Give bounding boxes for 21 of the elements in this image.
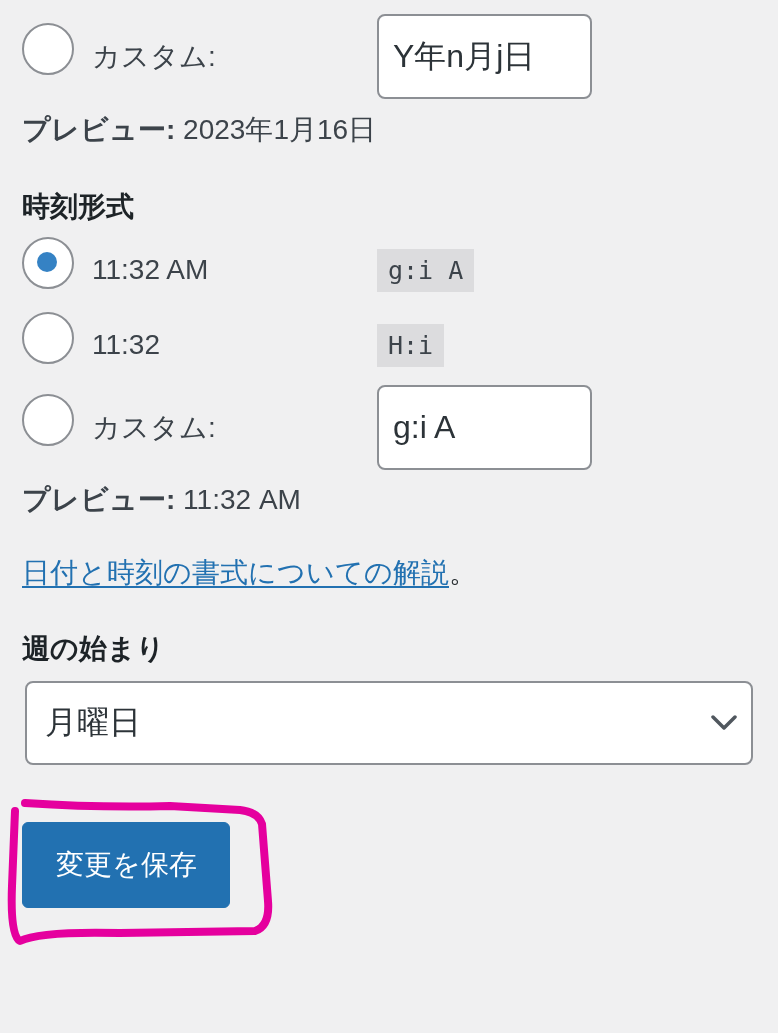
help-text: 日付と時刻の書式についての解説。 — [22, 556, 477, 590]
section-heading: 時刻形式 — [22, 190, 135, 224]
radio-button[interactable] — [22, 23, 74, 75]
help-link[interactable]: 日付と時刻の書式についての解説 — [22, 557, 449, 588]
custom-format-field[interactable]: Y年n月j日 — [377, 14, 592, 99]
chevron-down-icon — [711, 715, 737, 731]
format-code: H:i — [377, 324, 445, 367]
format-code: g:i A — [377, 249, 475, 292]
option-label: 11:32 — [91, 328, 161, 362]
option-label: 11:32 AM — [91, 253, 210, 287]
preview-text: プレビュー: 11:32 AM — [22, 483, 302, 517]
save-button[interactable]: 変更を保存 — [22, 822, 230, 908]
option-label: カスタム: — [91, 40, 217, 74]
custom-format-field[interactable]: g:i A — [377, 385, 592, 470]
preview-text: プレビュー: 2023年1月16日 — [22, 113, 378, 147]
option-label: カスタム: — [91, 411, 217, 445]
radio-button[interactable] — [22, 312, 74, 364]
radio-button[interactable] — [22, 237, 74, 289]
radio-button[interactable] — [22, 394, 74, 446]
section-heading: 週の始まり — [22, 632, 166, 666]
week-start-select[interactable]: 月曜日 — [25, 681, 753, 765]
